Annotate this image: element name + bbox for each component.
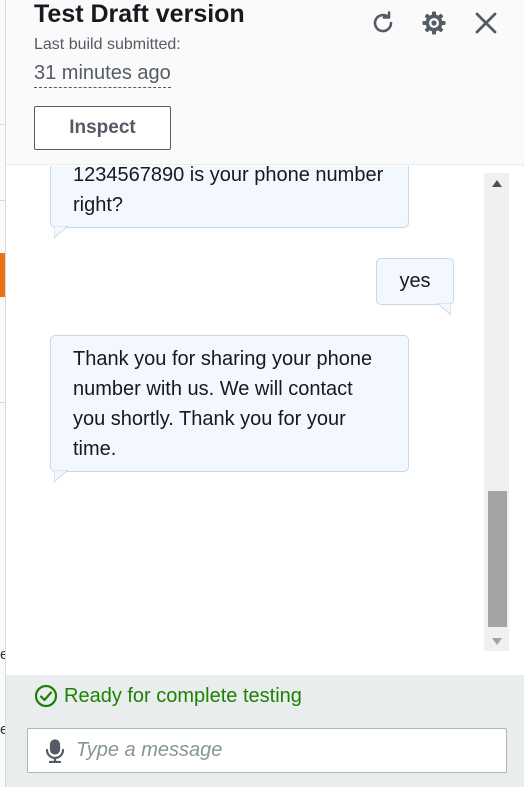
bot-message-tail (54, 226, 68, 239)
microphone-icon[interactable] (44, 738, 66, 763)
chat-scrollbar[interactable] (484, 173, 509, 651)
chat-footer: Ready for complete testing (6, 675, 524, 787)
bot-message-text: 1234567890 is your phone number right? (73, 166, 384, 216)
chat-transcript[interactable]: 1234567890 is your phone number right? y… (6, 166, 524, 675)
status-text: Ready for complete testing (64, 684, 302, 707)
bot-message-tail (54, 470, 68, 483)
user-message-tail (437, 303, 451, 316)
bot-message-text: Thank you for sharing your phone number … (73, 348, 373, 460)
test-bot-panel: Test Draft version Last build submitted:… (5, 0, 524, 787)
scroll-up-arrow-icon[interactable] (484, 173, 509, 193)
inspect-button[interactable]: Inspect (34, 106, 171, 150)
panel-title: Test Draft version (34, 0, 245, 28)
scrollbar-thumb[interactable] (488, 491, 507, 627)
panel-header: Test Draft version Last build submitted:… (6, 0, 524, 165)
message-composer[interactable] (27, 728, 507, 773)
refresh-icon[interactable] (368, 8, 398, 38)
bot-message: 1234567890 is your phone number right? (50, 166, 409, 228)
build-status-label: Last build submitted: (34, 36, 181, 53)
message-input[interactable] (76, 739, 476, 762)
status-indicator: Ready for complete testing (34, 684, 302, 708)
build-time[interactable]: 31 minutes ago (34, 62, 171, 88)
close-icon[interactable] (471, 8, 501, 38)
check-circle-icon (34, 684, 58, 708)
user-message-text: yes (399, 270, 431, 292)
scroll-down-arrow-icon[interactable] (484, 631, 509, 651)
bot-message: Thank you for sharing your phone number … (50, 335, 409, 472)
settings-gear-icon[interactable] (419, 8, 449, 38)
user-message: yes (376, 258, 454, 305)
